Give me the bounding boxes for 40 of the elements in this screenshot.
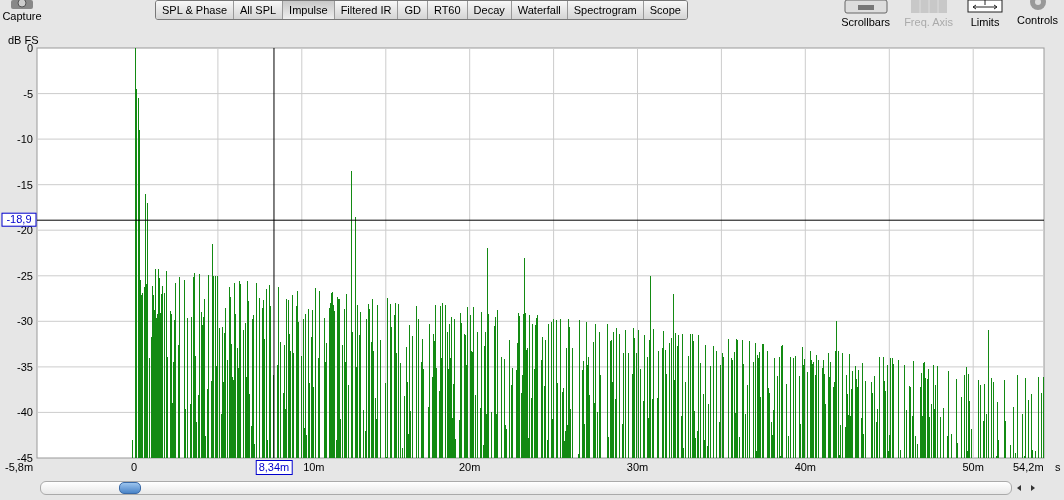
x-tick-label: 40m: [793, 461, 818, 474]
y-tick-label: -35: [17, 360, 33, 373]
view-tab[interactable]: SPL & Phase: [156, 1, 235, 19]
view-tab[interactable]: Impulse: [283, 1, 335, 19]
y-tick-label: -20: [17, 224, 33, 237]
view-tab[interactable]: GD: [398, 1, 428, 19]
horizontal-scrollbar[interactable]: [40, 481, 1012, 495]
y-cursor-readout: -18,9: [1, 212, 37, 227]
limits-icon[interactable]: [967, 0, 1004, 14]
view-tab[interactable]: Spectrogram: [567, 1, 644, 19]
view-tab[interactable]: Decay: [467, 1, 512, 19]
y-tick-label: -10: [17, 133, 33, 146]
y-tick-label: -5: [23, 87, 33, 100]
y-tick-label: -45: [17, 452, 33, 464]
view-tab[interactable]: Waterfall: [511, 1, 568, 19]
view-tab[interactable]: RT60: [427, 1, 468, 19]
x-tick-label: 10m: [302, 461, 326, 474]
view-tab[interactable]: Filtered IR: [334, 1, 399, 19]
x-tick-label: -5,8m: [4, 461, 35, 474]
capture-label: Capture: [2, 10, 42, 22]
x-tick-label: 50m: [961, 461, 985, 474]
x-tick-label: 54,2m: [1012, 461, 1045, 474]
view-tab[interactable]: All SPL: [234, 1, 284, 19]
y-tick-label: -25: [17, 269, 33, 282]
scrollbar-icon[interactable]: [843, 0, 888, 14]
tool-label: Controls: [1017, 14, 1058, 26]
tool-label: Limits: [970, 16, 1000, 28]
x-cursor-readout: 8,34m: [255, 460, 293, 475]
scrollbar-thumb[interactable]: [119, 482, 141, 494]
camera-icon[interactable]: [10, 0, 34, 10]
x-tick-label: 30m: [625, 461, 650, 474]
view-tab[interactable]: Scope: [643, 1, 687, 19]
y-tick-label: -40: [17, 406, 33, 419]
x-unit-label: s: [1054, 461, 1062, 474]
x-tick-label: 0: [129, 461, 139, 474]
tool-label: Freq. Axis: [904, 16, 954, 28]
tool-label: Scrollbars: [841, 16, 891, 28]
y-tick-label: -15: [17, 178, 33, 191]
y-tick-label: -30: [17, 315, 33, 328]
x-tick-label: 20m: [457, 461, 482, 474]
